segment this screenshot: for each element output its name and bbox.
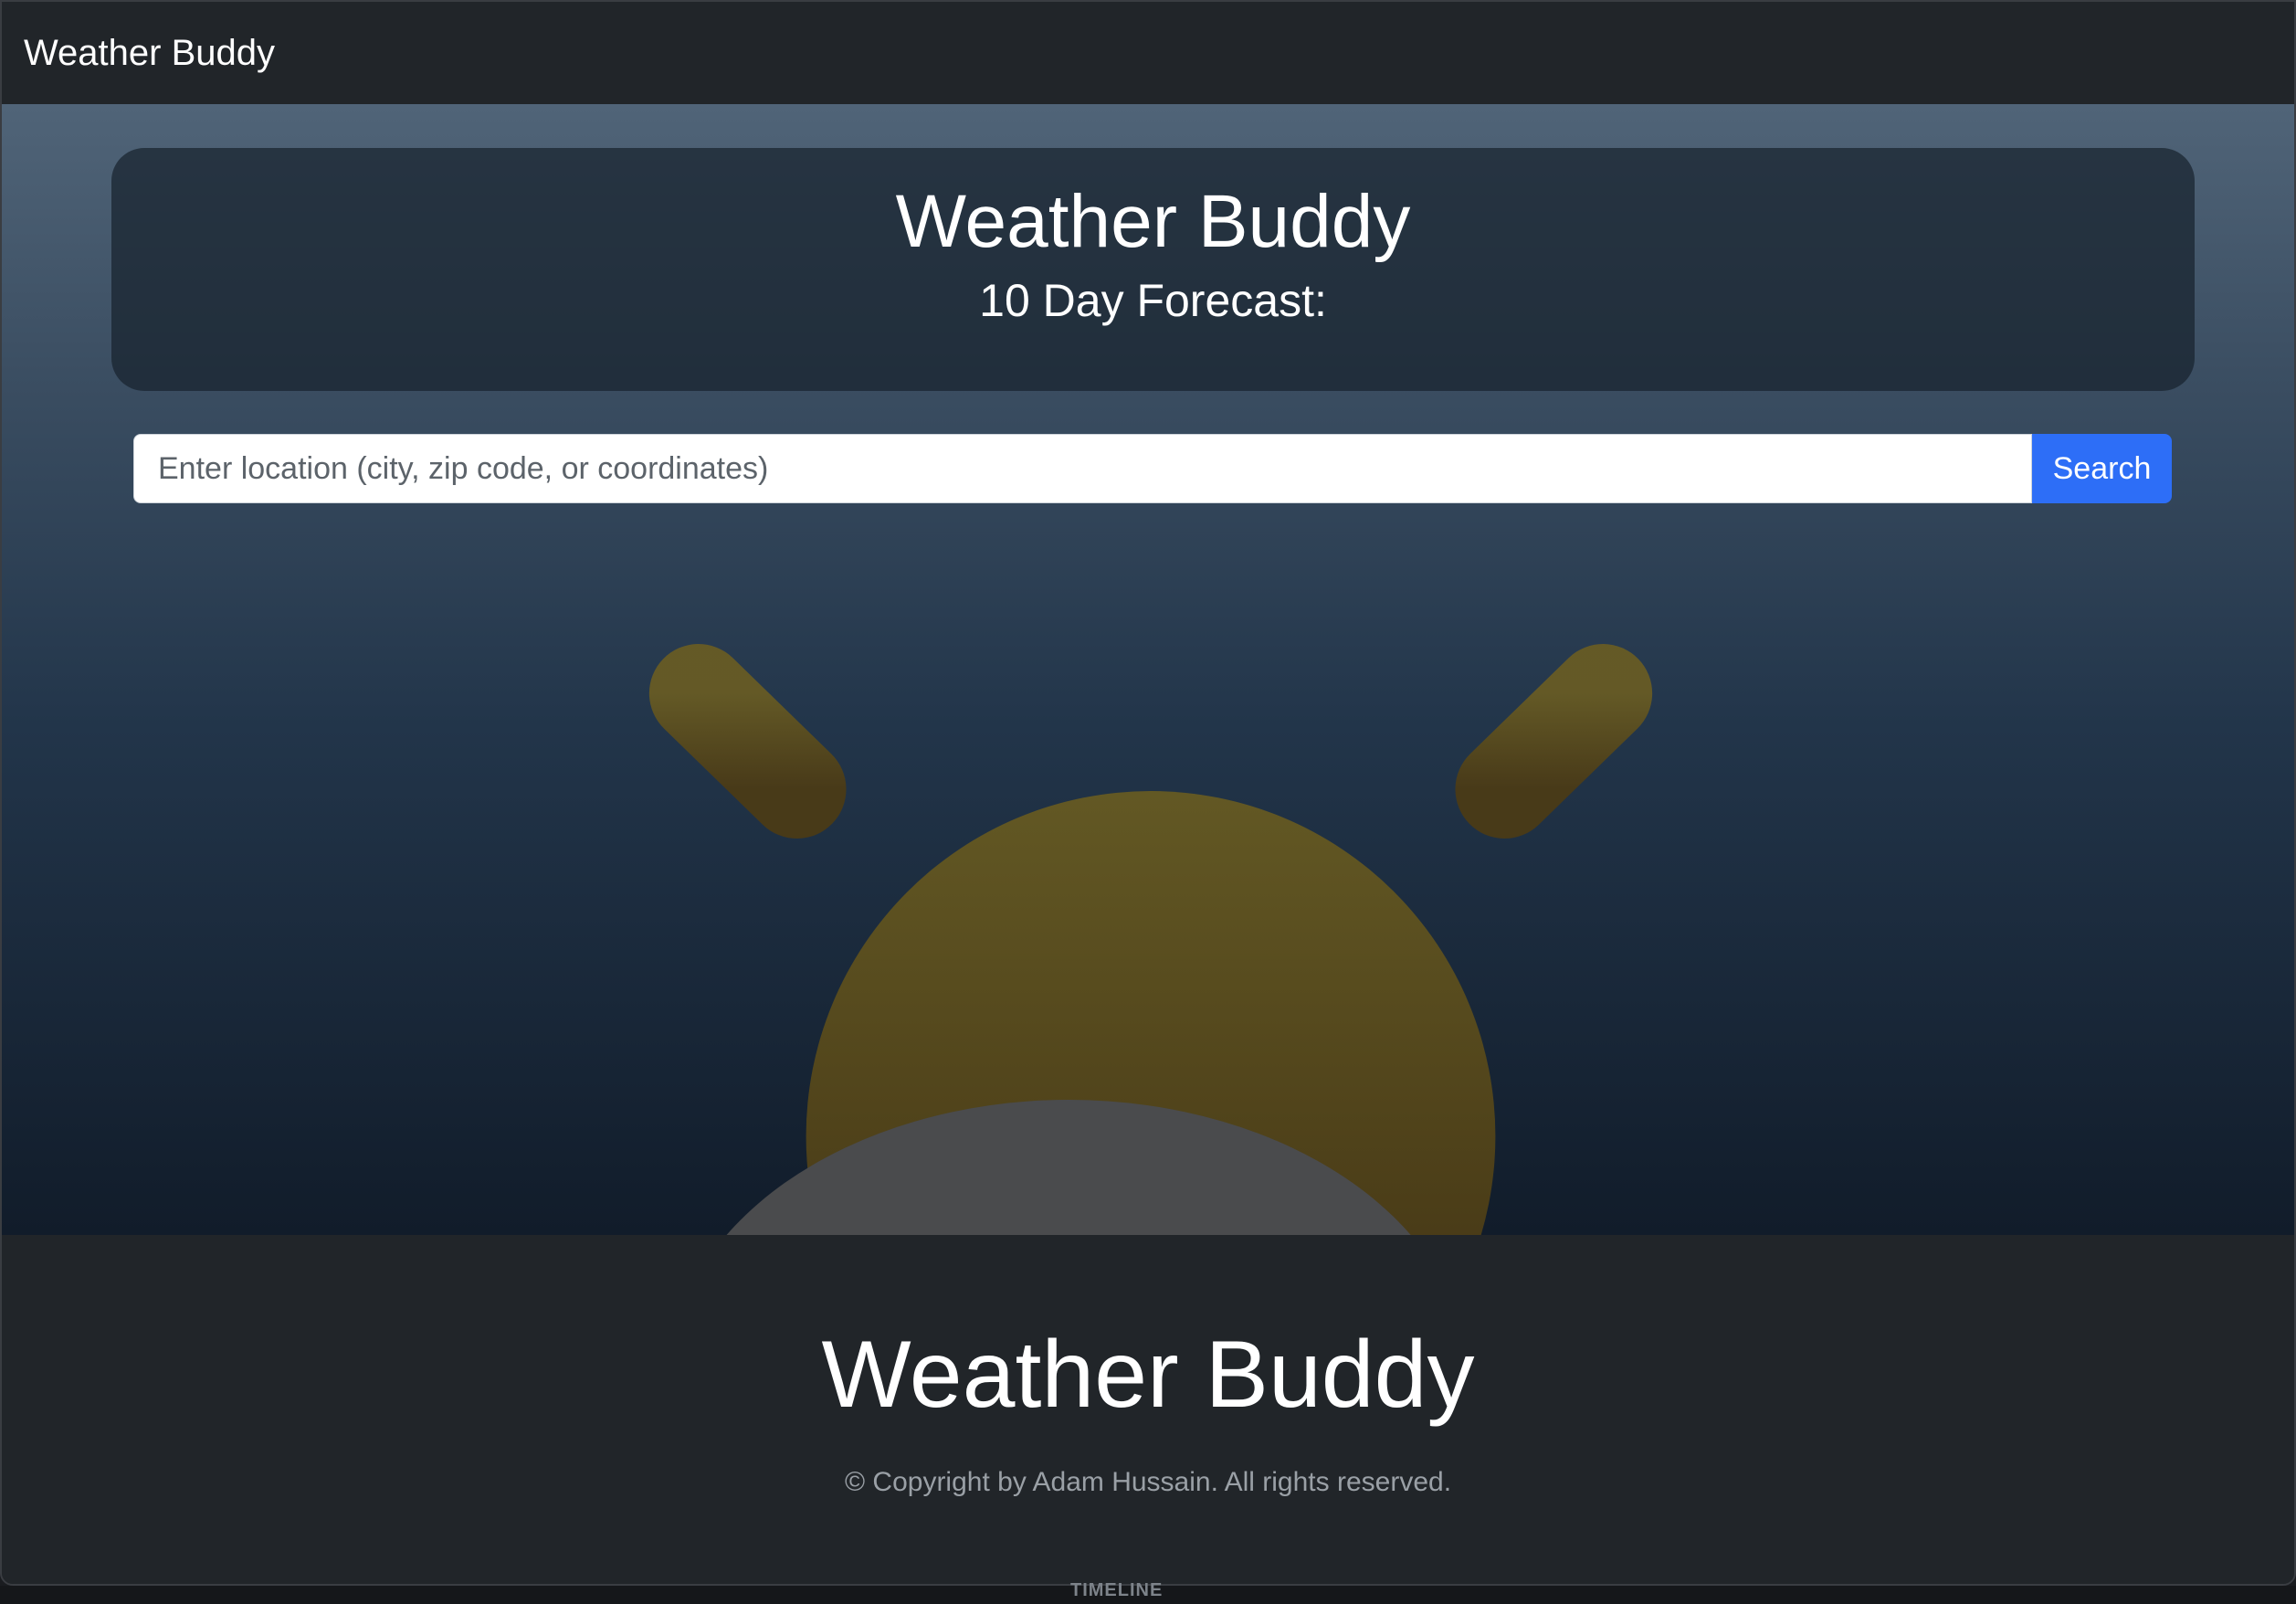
location-search-form: Search — [133, 434, 2172, 503]
sun-ray — [648, 644, 847, 839]
header-card: Weather Buddy 10 Day Forecast: — [111, 148, 2195, 391]
footer-copyright: © Copyright by Adam Hussain. All rights … — [844, 1467, 1452, 1498]
page-title: Weather Buddy — [895, 180, 1411, 263]
navbar-brand[interactable]: Weather Buddy — [24, 33, 275, 74]
navbar: Weather Buddy — [2, 2, 2294, 104]
footer-title: Weather Buddy — [821, 1322, 1475, 1428]
timeline-label: TIMELINE — [1070, 1580, 1164, 1600]
browser-window: Weather Buddy Weather Buddy 10 Day Forec… — [0, 0, 2296, 1586]
sun-ray — [1455, 644, 1653, 839]
forecast-subtitle: 10 Day Forecast: — [979, 275, 1327, 327]
search-button[interactable]: Search — [2032, 434, 2172, 503]
hero-section: Weather Buddy 10 Day Forecast: Search — [2, 104, 2294, 1235]
footer: Weather Buddy © Copyright by Adam Hussai… — [2, 1235, 2294, 1584]
location-search-input[interactable] — [133, 434, 2032, 503]
